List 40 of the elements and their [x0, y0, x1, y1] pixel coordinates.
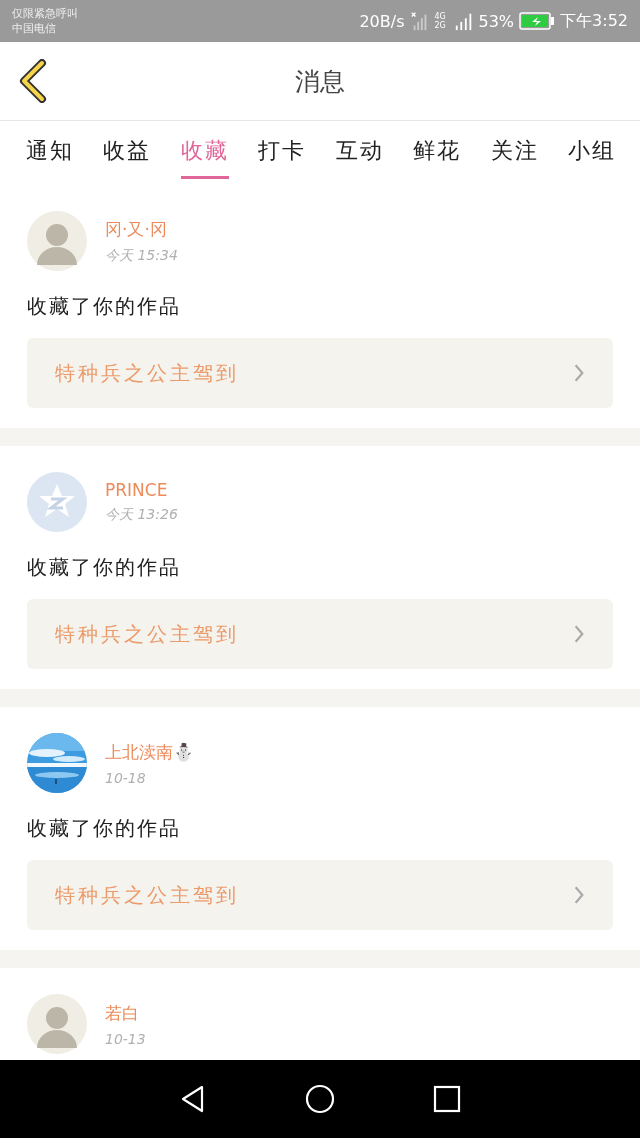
network-type: 4G 2G	[434, 12, 447, 30]
battery-icon	[519, 12, 556, 30]
message-time: 今天 15:34	[105, 246, 178, 265]
tab[interactable]: 小组	[567, 127, 616, 179]
carrier-name: 中国电信	[12, 22, 57, 35]
user-name[interactable]: 上北渎南⛄	[105, 740, 194, 764]
status-notice: 仅限紧急呼叫	[12, 7, 78, 20]
user-name[interactable]: PRINCE	[105, 480, 178, 500]
tab[interactable]: 鲜花	[413, 127, 462, 179]
clock: 下午3:52	[560, 10, 628, 32]
avatar-icon	[27, 472, 87, 532]
work-link[interactable]: 特种兵之公主驾到	[27, 338, 613, 408]
recent-apps-icon[interactable]	[431, 1084, 462, 1114]
message-time: 10-18	[105, 769, 147, 786]
work-link[interactable]: 特种兵之公主驾到	[27, 860, 613, 930]
message-time: 今天 13:26	[105, 506, 178, 524]
page-title: 消息	[295, 65, 345, 98]
back-icon[interactable]	[18, 59, 48, 103]
battery-percent: 53%	[478, 11, 515, 31]
tab[interactable]: 关注	[490, 127, 539, 179]
work-link[interactable]: 特种兵之公主驾到	[27, 599, 613, 669]
tab[interactable]: 收益	[103, 127, 152, 179]
network-speed: 20B/s	[359, 11, 405, 31]
avatar-icon	[27, 211, 87, 271]
user-name[interactable]: 冈·又·冈	[105, 217, 178, 241]
user-name[interactable]: 若白	[105, 1001, 146, 1025]
avatar-icon	[27, 994, 87, 1054]
chevron-icon	[573, 363, 585, 383]
message-text: 收藏了你的作品	[27, 293, 182, 320]
signal-icon	[453, 11, 474, 31]
chevron-icon	[573, 624, 585, 644]
tab[interactable]: 打卡	[258, 127, 307, 179]
message-time: 10-13	[105, 1030, 146, 1047]
tab[interactable]: 通知	[26, 127, 74, 179]
tab[interactable]: 互动	[335, 127, 384, 179]
home-icon[interactable]	[305, 1084, 335, 1114]
message-text: 收藏了你的作品	[27, 554, 182, 581]
message-text: 收藏了你的作品	[27, 815, 182, 842]
tab[interactable]: 收藏	[180, 127, 229, 179]
chevron-icon	[573, 885, 585, 905]
